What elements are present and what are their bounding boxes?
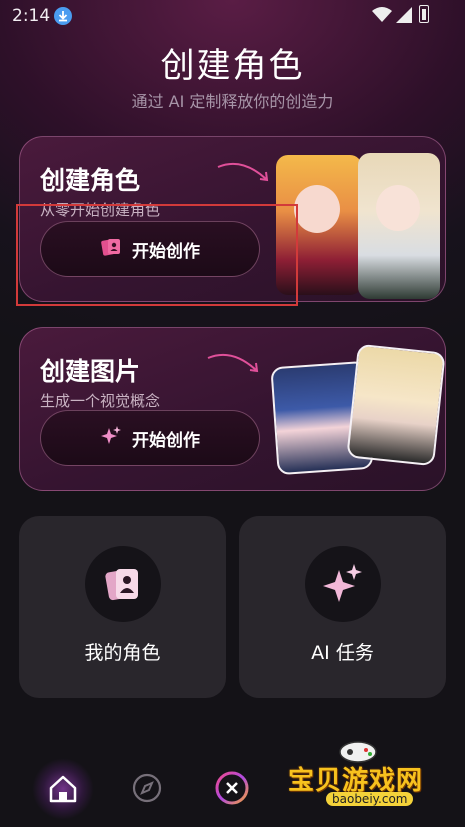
page-title: 创建角色 xyxy=(160,46,305,86)
watermark-url: baobeiy.com xyxy=(326,792,414,806)
highlight-box xyxy=(16,204,298,306)
card-title: 创建角色 xyxy=(40,166,141,195)
home-icon[interactable] xyxy=(44,770,82,808)
close-icon[interactable] xyxy=(214,770,250,810)
arrow-decoration-icon xyxy=(217,163,269,182)
card-subtitle: 生成一个视觉概念 xyxy=(40,392,161,410)
download-icon xyxy=(54,7,72,25)
compass-icon[interactable] xyxy=(131,772,163,808)
sparkle-icon xyxy=(304,546,381,622)
arrow-decoration-icon xyxy=(207,354,259,373)
ai-tasks-tile[interactable]: AI 任务 xyxy=(239,516,446,698)
wifi-icon xyxy=(372,6,392,28)
image-artwork xyxy=(270,343,445,476)
button-label: 开始创作 xyxy=(132,430,200,451)
start-create-image-button[interactable]: 开始创作 xyxy=(40,410,260,466)
signal-icon xyxy=(396,7,412,27)
tile-label: AI 任务 xyxy=(311,642,374,664)
character-card-icon xyxy=(84,546,161,622)
my-characters-tile[interactable]: 我的角色 xyxy=(19,516,226,698)
create-image-card[interactable]: 创建图片 生成一个视觉概念 开始创作 xyxy=(19,327,446,491)
status-time: 2:14 xyxy=(12,6,51,26)
page-subtitle: 通过 AI 定制释放你的创造力 xyxy=(131,92,334,111)
tile-label: 我的角色 xyxy=(84,642,161,664)
card-title: 创建图片 xyxy=(40,357,141,386)
sparkle-icon xyxy=(100,425,122,452)
battery-icon xyxy=(419,5,429,23)
